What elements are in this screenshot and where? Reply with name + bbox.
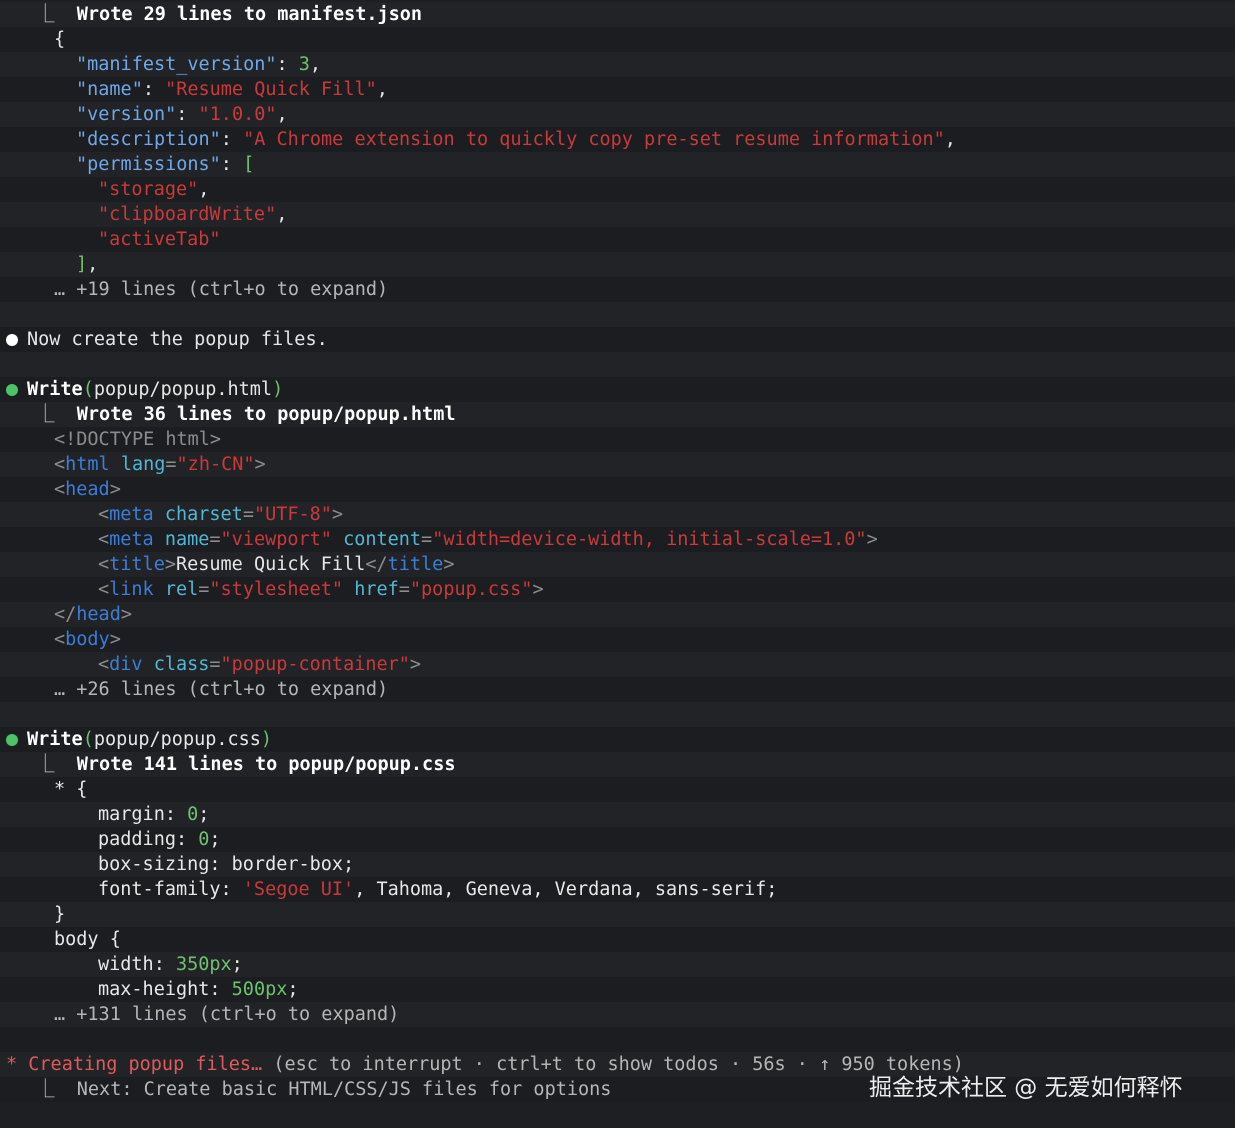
code-line: body { xyxy=(0,927,1235,952)
code-line: ], xyxy=(0,252,1235,277)
watermark: 掘金技术社区 @ 无爱如何释怀 xyxy=(869,1075,1183,1101)
code-line: "manifest_version": 3, xyxy=(0,52,1235,77)
code-line: "version": "1.0.0", xyxy=(0,102,1235,127)
code-line: * { xyxy=(0,777,1235,802)
code-line: </head> xyxy=(0,602,1235,627)
code-line: "clipboardWrite", xyxy=(0,202,1235,227)
html-write-header: ⎿ Wrote 36 lines to popup/popup.html xyxy=(0,402,1235,427)
code-line: <link rel="stylesheet" href="popup.css"> xyxy=(0,577,1235,602)
success-dot-icon xyxy=(6,734,18,746)
code-line: { xyxy=(0,27,1235,52)
spacer xyxy=(0,702,1235,727)
code-line: "permissions": [ xyxy=(0,152,1235,177)
code-line: max-height: 500px; xyxy=(0,977,1235,1002)
code-line: "storage", xyxy=(0,177,1235,202)
code-line: box-sizing: border-box; xyxy=(0,852,1235,877)
css-write-header: ⎿ Wrote 141 lines to popup/popup.css xyxy=(0,752,1235,777)
tool-call-css: Write(popup/popup.css) xyxy=(0,727,1235,752)
tree-branch-icon: ⎿ xyxy=(36,754,77,775)
code-line: <title>Resume Quick Fill</title> xyxy=(0,552,1235,577)
bullet-dot-icon xyxy=(6,334,18,346)
spacer xyxy=(0,352,1235,377)
code-line: font-family: 'Segoe UI', Tahoma, Geneva,… xyxy=(0,877,1235,902)
expand-hint[interactable]: … +19 lines (ctrl+o to expand) xyxy=(0,277,1235,302)
tree-branch-icon: ⎿ xyxy=(36,4,77,25)
code-line: <html lang="zh-CN"> xyxy=(0,452,1235,477)
code-line: <div class="popup-container"> xyxy=(0,652,1235,677)
spacer xyxy=(0,302,1235,327)
tool-call-html: Write(popup/popup.html) xyxy=(0,377,1235,402)
terminal-output: ⎿ Wrote 29 lines to manifest.json { "man… xyxy=(0,2,1235,1102)
expand-hint[interactable]: … +131 lines (ctrl+o to expand) xyxy=(0,1002,1235,1027)
tree-branch-icon: ⎿ xyxy=(36,1079,77,1100)
tree-branch-icon: ⎿ xyxy=(36,404,77,425)
code-line: "activeTab" xyxy=(0,227,1235,252)
code-line: <meta name="viewport" content="width=dev… xyxy=(0,527,1235,552)
spinner-star-icon: * xyxy=(6,1054,18,1075)
code-line: "name": "Resume Quick Fill", xyxy=(0,77,1235,102)
manifest-write-header: ⎿ Wrote 29 lines to manifest.json xyxy=(0,2,1235,27)
code-line: margin: 0; xyxy=(0,802,1235,827)
success-dot-icon xyxy=(6,384,18,396)
code-line: "description": "A Chrome extension to qu… xyxy=(0,127,1235,152)
code-line: padding: 0; xyxy=(0,827,1235,852)
expand-hint[interactable]: … +26 lines (ctrl+o to expand) xyxy=(0,677,1235,702)
code-line: <!DOCTYPE html> xyxy=(0,427,1235,452)
code-line: <meta charset="UTF-8"> xyxy=(0,502,1235,527)
code-line: } xyxy=(0,902,1235,927)
code-line: width: 350px; xyxy=(0,952,1235,977)
code-line: <head> xyxy=(0,477,1235,502)
spacer xyxy=(0,1027,1235,1052)
assistant-message: Now create the popup files. xyxy=(0,327,1235,352)
code-line: <body> xyxy=(0,627,1235,652)
